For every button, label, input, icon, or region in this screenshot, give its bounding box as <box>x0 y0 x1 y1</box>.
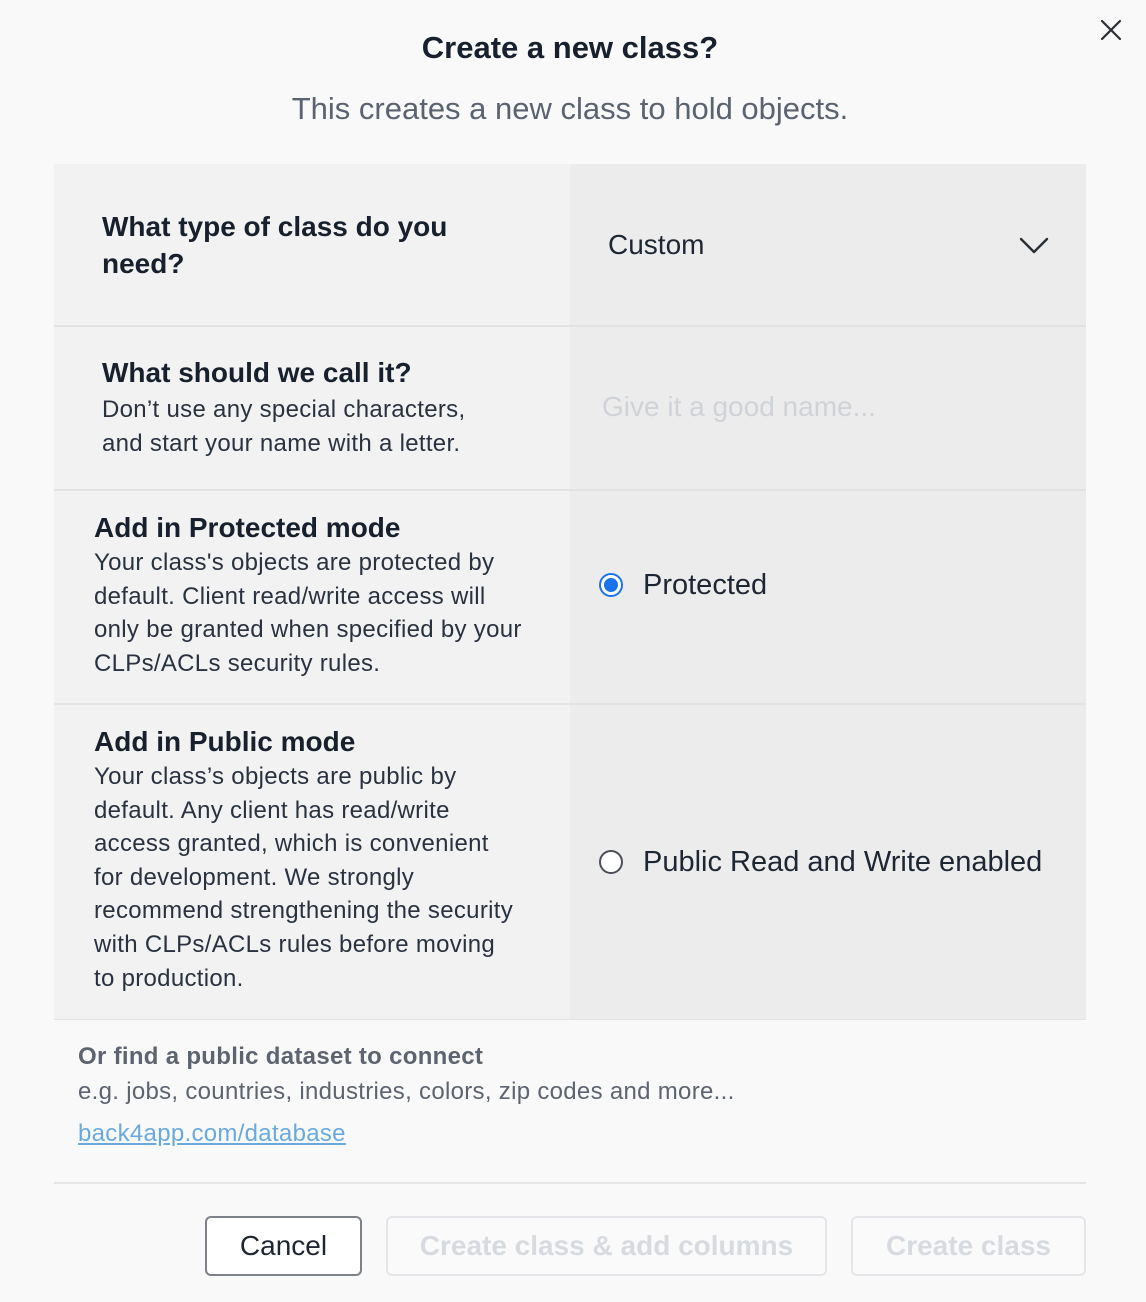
protected-mode-label-cell: Add in Protected mode Your class's objec… <box>54 491 570 703</box>
class-type-row: What type of class do you need? Custom <box>54 164 1086 327</box>
class-type-label: What type of class do you need? <box>102 211 448 279</box>
chevron-down-icon <box>1019 237 1049 253</box>
public-dataset-section: Or find a public dataset to connect e.g.… <box>78 1040 735 1148</box>
footer-divider <box>54 1182 1086 1184</box>
dataset-description: e.g. jobs, countries, industries, colors… <box>78 1078 735 1105</box>
public-radio[interactable] <box>599 850 623 874</box>
class-name-input[interactable] <box>570 391 1062 423</box>
protected-mode-label: Add in Protected mode <box>94 512 401 543</box>
class-name-row: What should we call it? Don’t use any sp… <box>54 327 1086 491</box>
public-mode-description: Your class’s objects are public by defau… <box>94 763 514 992</box>
dialog-title: Create a new class? <box>421 30 719 65</box>
public-mode-option-cell: Public Read and Write enabled <box>570 705 1086 1019</box>
class-type-label-cell: What type of class do you need? <box>54 164 570 325</box>
public-radio-label[interactable]: Public Read and Write enabled <box>643 846 1042 879</box>
create-class-button[interactable]: Create class <box>851 1216 1086 1276</box>
class-name-description: Don’t use any special characters, and st… <box>102 396 466 457</box>
protected-radio-label[interactable]: Protected <box>643 569 767 602</box>
protected-radio-option[interactable]: Protected <box>570 569 767 602</box>
class-name-label: What should we call it? <box>102 357 412 388</box>
class-type-selected-value: Custom <box>608 228 705 260</box>
public-mode-label: Add in Public mode <box>94 726 356 757</box>
dataset-link[interactable]: back4app.com/database <box>78 1120 346 1148</box>
radio-selected-dot <box>604 578 618 592</box>
class-name-input-cell <box>570 327 1086 489</box>
cancel-button[interactable]: Cancel <box>205 1216 362 1276</box>
public-radio-option[interactable]: Public Read and Write enabled <box>570 846 1042 879</box>
dialog-subtitle: This creates a new class to hold objects… <box>291 91 849 126</box>
class-type-select[interactable]: Custom <box>570 164 1086 325</box>
protected-mode-row: Add in Protected mode Your class's objec… <box>54 491 1086 705</box>
protected-mode-description: Your class's objects are protected by de… <box>94 549 522 677</box>
form-table: What type of class do you need? Custom W… <box>54 164 1086 1020</box>
create-class-add-columns-button[interactable]: Create class & add columns <box>386 1216 827 1276</box>
public-mode-row: Add in Public mode Your class’s objects … <box>54 705 1086 1020</box>
protected-radio[interactable] <box>599 573 623 597</box>
dataset-title: Or find a public dataset to connect <box>78 1043 484 1070</box>
public-mode-label-cell: Add in Public mode Your class’s objects … <box>54 705 570 1019</box>
protected-mode-option-cell: Protected <box>570 491 1086 703</box>
class-name-label-cell: What should we call it? Don’t use any sp… <box>54 327 570 489</box>
